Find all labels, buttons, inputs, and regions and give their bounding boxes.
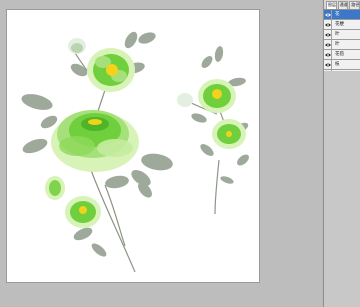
bud — [68, 38, 86, 54]
top-flower — [87, 48, 135, 92]
layer-name: 枝 — [335, 62, 340, 67]
layer-name: 叶 — [335, 42, 340, 47]
layer-row-stem[interactable]: 花梗 — [324, 20, 360, 30]
layer-name: 花梗 — [335, 22, 344, 27]
eye-icon[interactable] — [324, 50, 332, 59]
lower-flowers — [45, 176, 101, 228]
panel-tabs: 图层 通道 路径 — [324, 0, 360, 10]
tab-channels[interactable]: 通道 — [337, 1, 349, 9]
layer-name: 花 — [335, 12, 340, 17]
eye-icon[interactable] — [324, 40, 332, 49]
right-flowers — [177, 79, 246, 149]
eye-icon[interactable] — [324, 10, 332, 19]
layer-row-leaf-2[interactable]: 叶 — [324, 40, 360, 50]
tab-paths[interactable]: 路径 — [349, 1, 360, 9]
eye-icon[interactable] — [324, 20, 332, 29]
eye-icon[interactable] — [324, 30, 332, 39]
layer-list: 花 花梗 叶 叶 花苞 枝 — [324, 10, 360, 80]
layers-panel: 图层 通道 路径 花 花梗 叶 叶 花苞 枝 — [323, 0, 360, 307]
layer-name: 叶 — [335, 32, 340, 37]
layer-panel-empty-area — [324, 71, 360, 307]
document-canvas[interactable] — [7, 10, 259, 282]
layer-row-leaf[interactable]: 叶 — [324, 30, 360, 40]
layer-name: 花苞 — [335, 52, 344, 57]
tab-layers[interactable]: 图层 — [326, 1, 337, 9]
large-rose — [51, 110, 139, 172]
layer-row-flower[interactable]: 花 — [324, 10, 360, 20]
layer-row-bud[interactable]: 花苞 — [324, 50, 360, 60]
flower-artwork — [21, 31, 249, 273]
eye-icon[interactable] — [324, 60, 332, 69]
layer-row-branch[interactable]: 枝 — [324, 60, 360, 70]
workspace[interactable] — [0, 0, 322, 307]
